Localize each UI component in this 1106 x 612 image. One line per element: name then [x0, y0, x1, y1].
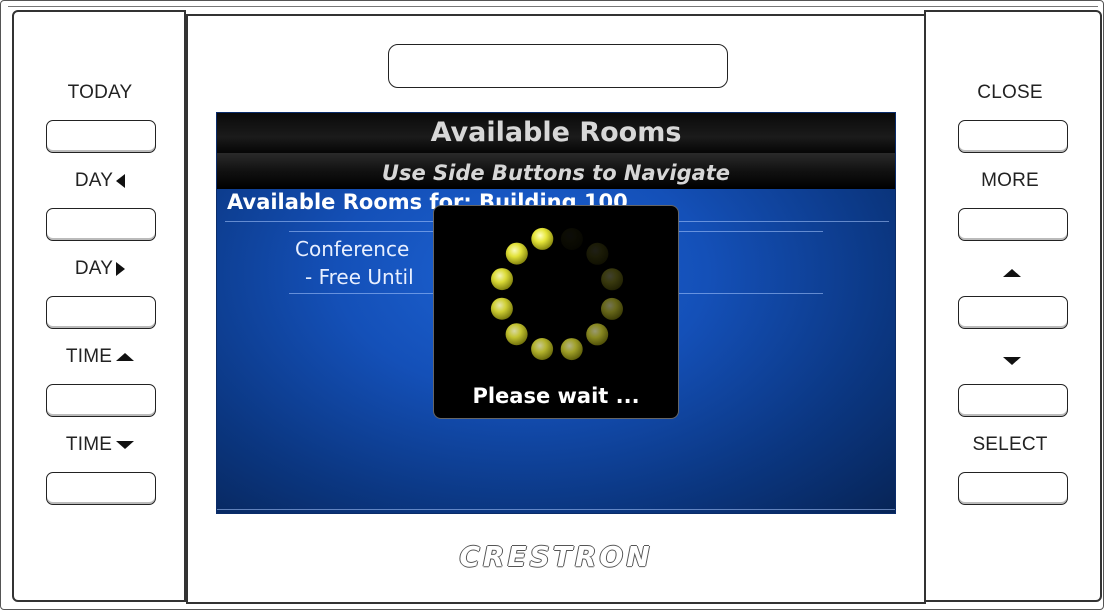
- spinner-dot: [490, 297, 513, 320]
- spinner-dot: [601, 297, 623, 320]
- triangle-up-icon: [1003, 268, 1021, 277]
- spinner-dot: [505, 242, 528, 265]
- touch-screen: Available Rooms Use Side Buttons to Navi…: [216, 112, 896, 514]
- triangle-right-icon: [116, 261, 126, 276]
- divider: [217, 509, 895, 510]
- right-button-panel: CLOSE MORE SELECT: [924, 10, 1102, 602]
- room-name[interactable]: Conference: [295, 237, 409, 261]
- spinner-dot: [560, 338, 583, 361]
- time-down-label: TIME: [30, 434, 170, 456]
- spinner-dot: [586, 323, 609, 346]
- select-label: SELECT: [972, 434, 1048, 455]
- down-button[interactable]: [958, 384, 1068, 417]
- day-prev-label: DAY: [30, 170, 170, 192]
- triangle-down-icon: [1003, 356, 1021, 365]
- today-label: TODAY: [67, 82, 133, 103]
- spinner-dot: [601, 268, 624, 291]
- up-button[interactable]: [958, 296, 1068, 329]
- close-label: CLOSE: [977, 82, 1043, 103]
- select-button[interactable]: [958, 472, 1068, 505]
- room-status: - Free Until: [305, 265, 414, 289]
- triangle-left-icon: [116, 173, 126, 188]
- triangle-up-icon: [116, 352, 135, 361]
- triangle-down-icon: [116, 440, 135, 449]
- frame-edge: [8, 6, 1098, 7]
- more-label: MORE: [981, 170, 1039, 191]
- spinner-dot: [491, 268, 513, 291]
- day-next-button[interactable]: [46, 296, 156, 329]
- spinner-dot: [531, 338, 554, 360]
- time-up-button[interactable]: [46, 384, 156, 417]
- spinner-dot: [505, 323, 528, 346]
- center-panel: Available Rooms Use Side Buttons to Navi…: [186, 14, 932, 604]
- today-button[interactable]: [46, 120, 156, 153]
- wait-dialog: Please wait ...: [433, 205, 679, 419]
- time-down-button[interactable]: [46, 472, 156, 505]
- spinner-dot: [586, 242, 609, 265]
- display-slot: [388, 44, 728, 88]
- screen-title: Available Rooms: [217, 113, 895, 153]
- up-label: [940, 262, 1080, 284]
- spinner-dot: [560, 228, 583, 250]
- spinner-dot: [531, 227, 554, 250]
- day-prev-button[interactable]: [46, 208, 156, 241]
- brand-logo: CRESTRON: [459, 540, 653, 573]
- down-label: [940, 350, 1080, 372]
- left-button-panel: TODAY DAY DAY TIME TIME: [12, 10, 186, 602]
- more-button[interactable]: [958, 208, 1068, 241]
- screen-subtitle: Use Side Buttons to Navigate: [217, 153, 895, 189]
- close-button[interactable]: [958, 120, 1068, 153]
- time-up-label: TIME: [30, 346, 170, 368]
- wait-message: Please wait ...: [472, 384, 640, 408]
- day-next-label: DAY: [30, 258, 170, 280]
